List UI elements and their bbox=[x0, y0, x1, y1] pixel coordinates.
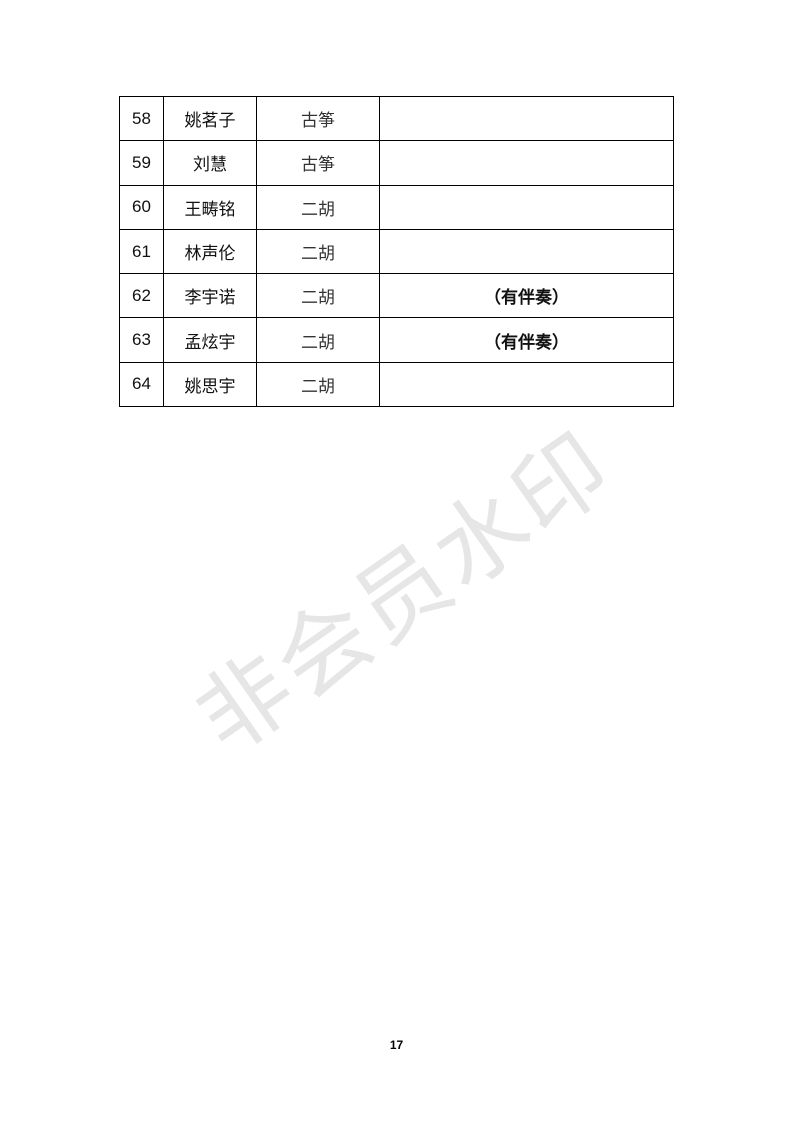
page-number: 17 bbox=[389, 1038, 404, 1052]
student-name: 姚思宇 bbox=[163, 361, 257, 408]
row-number: 64 bbox=[119, 361, 164, 408]
note bbox=[379, 228, 674, 275]
note: （有伴奏） bbox=[379, 317, 674, 363]
instrument: 二胡 bbox=[256, 228, 380, 275]
note bbox=[379, 95, 674, 142]
note bbox=[379, 140, 674, 186]
table-row: 64 姚思宇 二胡 bbox=[119, 361, 674, 408]
student-name: 姚茗子 bbox=[163, 95, 257, 142]
row-number: 62 bbox=[119, 273, 164, 319]
table-row: 61 林声伦 二胡 bbox=[119, 228, 674, 275]
row-number: 59 bbox=[119, 140, 164, 186]
instrument: 二胡 bbox=[256, 317, 380, 363]
student-name: 林声伦 bbox=[163, 228, 257, 275]
note: （有伴奏） bbox=[379, 273, 674, 319]
row-number: 63 bbox=[119, 317, 164, 363]
row-number: 60 bbox=[119, 184, 164, 230]
table-row: 58 姚茗子 古筝 bbox=[119, 95, 674, 142]
instrument: 古筝 bbox=[256, 140, 380, 186]
instrument: 二胡 bbox=[256, 361, 380, 408]
note bbox=[379, 361, 674, 408]
table-row: 62 李宇诺 二胡 （有伴奏） bbox=[119, 273, 674, 319]
student-name: 刘慧 bbox=[163, 140, 257, 186]
table-row: 59 刘慧 古筝 bbox=[119, 140, 674, 186]
student-name: 王畴铭 bbox=[163, 184, 257, 230]
table-row: 63 孟炫宇 二胡 （有伴奏） bbox=[119, 317, 674, 363]
student-name: 李宇诺 bbox=[163, 273, 257, 319]
instrument: 古筝 bbox=[256, 95, 380, 142]
table-row: 60 王畴铭 二胡 bbox=[119, 184, 674, 230]
student-name: 孟炫宇 bbox=[163, 317, 257, 363]
note bbox=[379, 184, 674, 230]
instrument: 二胡 bbox=[256, 273, 380, 319]
row-number: 58 bbox=[119, 95, 164, 142]
watermark: 非会员水印 bbox=[177, 411, 632, 775]
instrument: 二胡 bbox=[256, 184, 380, 230]
row-number: 61 bbox=[119, 228, 164, 275]
roster-table: 58 姚茗子 古筝 59 刘慧 古筝 60 王畴铭 二胡 61 林声伦 二胡 62 李宇诺 二胡 （有伴奏） 6… bbox=[119, 95, 674, 408]
